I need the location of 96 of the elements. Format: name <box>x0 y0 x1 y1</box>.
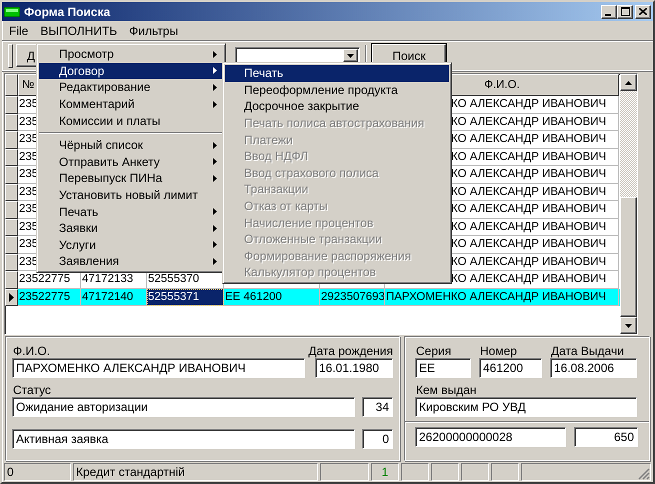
series-field[interactable]: EE <box>415 358 471 378</box>
status-field[interactable]: Ожидание авторизации <box>12 397 355 417</box>
status-pane: 0 <box>4 463 71 481</box>
maximize-icon <box>620 7 630 16</box>
row-indicator[interactable] <box>5 114 18 131</box>
close-button[interactable] <box>635 4 651 18</box>
menu-bar-item[interactable]: ВЫПОЛНИТЬ <box>34 24 124 38</box>
amount-field[interactable]: 650 <box>574 427 638 447</box>
up-arrow-icon <box>625 80 632 84</box>
down-arrow-icon <box>625 324 632 328</box>
table-cell: 47172140 <box>82 290 134 303</box>
table-cell: 23522775 <box>19 273 70 286</box>
submenu-arrow-icon <box>213 208 217 216</box>
table-cell: 52555371 <box>148 290 200 303</box>
row-indicator[interactable] <box>5 96 18 114</box>
maximize-button[interactable] <box>617 4 633 18</box>
submenu-arrow-icon <box>213 258 217 265</box>
app-icon <box>4 6 20 16</box>
table-cell: 47172133 <box>82 273 134 286</box>
menu-item[interactable]: Печать <box>225 65 449 82</box>
minimize-button[interactable] <box>601 4 617 18</box>
table-cell: КО АЛЕКСАНДР ИВАНОВИЧ <box>451 203 606 216</box>
table-cell: КО АЛЕКСАНДР ИВАНОВИЧ <box>451 238 606 250</box>
number-field[interactable]: 461200 <box>479 358 542 378</box>
field-label: Дата Выдачи <box>550 344 625 358</box>
field-label: Номер <box>479 344 518 358</box>
row-indicator[interactable] <box>5 288 18 306</box>
submenu-arrow-icon <box>213 50 217 58</box>
issuer-field[interactable]: Кировским РО УВД <box>415 397 637 417</box>
menu-item[interactable]: Печать <box>39 203 223 220</box>
account-field[interactable]: 26200000000028 <box>415 427 566 447</box>
table-cell: КО АЛЕКСАНДР ИВАНОВИЧ <box>451 186 606 198</box>
window-title: Форма Поиска <box>24 4 112 18</box>
field-label: Серия <box>415 344 452 358</box>
submenu-arrow-icon <box>213 67 217 74</box>
row-indicator[interactable] <box>5 254 18 271</box>
scrollbar-thumb[interactable] <box>620 197 637 317</box>
dropdown-arrow-icon <box>347 54 354 58</box>
submenu-arrow-icon <box>213 84 217 91</box>
table-cell: 23522775 <box>19 290 70 303</box>
count-field[interactable]: 0 <box>362 429 393 449</box>
menu-item[interactable]: Досрочное закрытие <box>225 98 449 115</box>
table-cell: EE 461200 <box>225 290 282 303</box>
field-label: Статус <box>12 383 52 397</box>
name-field[interactable]: ПАРХОМЕНКО АЛЕКСАНДР ИВАНОВИЧ <box>12 358 305 378</box>
submenu-arrow-icon <box>213 224 217 232</box>
menu-item[interactable]: Услуги <box>39 236 223 254</box>
row-indicator[interactable] <box>5 271 18 288</box>
menu-item[interactable]: Чёрный список <box>39 136 223 154</box>
menu-item[interactable]: Заявки <box>39 220 223 237</box>
menu-item[interactable]: Редактирование <box>39 79 223 96</box>
table-cell: КО АЛЕКСАНДР ИВАНОВИЧ <box>451 220 606 233</box>
date-field[interactable]: 16.08.2006 <box>550 358 637 378</box>
table-cell: КО АЛЕКСАНДР ИВАНОВИЧ <box>451 168 606 180</box>
status-pane: Кредит стандартній <box>73 463 318 481</box>
field-label: Дата рождения <box>307 344 393 358</box>
row-indicator[interactable] <box>5 131 18 148</box>
row-indicator[interactable] <box>5 218 18 236</box>
table-cell: ПАРХОМЕНКО АЛЕКСАНДР ИВАНОВИЧ <box>386 290 606 303</box>
menu-item[interactable]: Комиссии и платы <box>39 112 223 129</box>
row-indicator[interactable] <box>5 166 18 184</box>
table-cell: КО АЛЕКСАНДР ИВАНОВИЧ <box>451 116 606 128</box>
application-field[interactable]: Активная заявка <box>12 429 355 449</box>
row-indicator[interactable] <box>5 148 18 166</box>
submenu-arrow-icon <box>213 142 217 149</box>
code-field[interactable]: 34 <box>362 397 393 417</box>
row-indicator[interactable] <box>5 184 18 201</box>
menu-item[interactable]: Заявления <box>39 253 223 270</box>
row-indicator[interactable] <box>5 236 18 254</box>
current-row-icon <box>9 292 14 302</box>
table-cell: КО АЛЕКСАНДР ИВАНОВИЧ <box>451 150 606 163</box>
submenu-arrow-icon <box>213 241 217 248</box>
scroll-up-button[interactable] <box>620 74 637 91</box>
table-cell: КО АЛЕКСАНДР ИВАНОВИЧ <box>451 98 606 110</box>
submenu-arrow-icon <box>213 158 217 166</box>
table-cell: 52555370 <box>148 273 200 286</box>
field-label: Ф.И.О. <box>12 344 52 358</box>
menu-item[interactable]: Установить новый лимит <box>39 186 223 204</box>
menu-item[interactable]: Комментарий <box>39 96 223 112</box>
close-icon <box>639 8 647 15</box>
field-label: Кем выдан <box>415 383 478 397</box>
submenu-arrow-icon <box>213 174 217 182</box>
minimize-icon <box>605 14 611 16</box>
submenu-arrow-icon <box>213 100 217 108</box>
menu-item[interactable]: Отправить Анкету <box>39 154 223 170</box>
table-cell: КО АЛЕКСАНДР ИВАНОВИЧ <box>451 133 606 146</box>
row-indicator[interactable] <box>5 201 18 218</box>
scroll-down-button[interactable] <box>620 317 637 334</box>
status-indicator: 1 <box>371 463 399 481</box>
date-field[interactable]: 16.01.1980 <box>315 358 393 378</box>
menu-bar-item[interactable]: File <box>3 24 34 38</box>
table-cell: КО АЛЕКСАНДР ИВАНОВИЧ <box>451 256 606 268</box>
table-cell: КО АЛЕКСАНДР ИВАНОВИЧ <box>451 273 606 286</box>
menu-item[interactable]: Договор <box>39 62 223 80</box>
menu-item[interactable]: Перевыпуск ПИНа <box>39 170 223 187</box>
menu-bar-item[interactable]: Фильтры <box>123 24 184 38</box>
